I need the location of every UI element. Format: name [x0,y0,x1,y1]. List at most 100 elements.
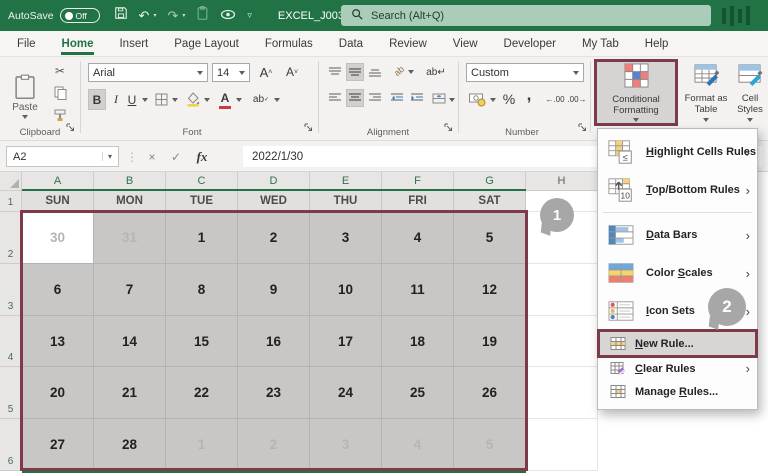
grid-cell-F4[interactable]: 18 [382,316,454,367]
grid-cell-C3[interactable]: 8 [166,264,238,316]
empty-cell-h4[interactable] [526,316,598,367]
undo-icon[interactable]: ↶ [139,9,150,22]
enter-button[interactable]: ✓ [166,146,186,167]
empty-cell-h6[interactable] [526,419,598,471]
grid-cell-C2[interactable]: 1 [166,212,238,264]
tab-page-layout[interactable]: Page Layout [161,31,252,56]
undo-caret-icon[interactable]: ▾ [153,12,156,19]
grid-cell-B2[interactable]: 31 [94,212,166,264]
grid-cell-C4[interactable]: 15 [166,316,238,367]
accounting-format-button[interactable] [466,89,488,109]
grid-cell-G3[interactable]: 12 [454,264,526,316]
alignment-dialog-launcher-icon[interactable] [444,119,453,137]
grid-cell-D2[interactable]: 2 [238,212,310,264]
font-name-combo[interactable]: Arial [88,63,208,82]
tab-help[interactable]: Help [632,31,682,56]
redo-caret-icon[interactable]: ▾ [182,12,185,19]
grid-cell-D4[interactable]: 16 [238,316,310,367]
empty-cell-h5[interactable] [526,367,598,419]
cut-icon[interactable]: ✂ [50,63,70,79]
grid-cell-G2[interactable]: 5 [454,212,526,264]
increase-decimal-button[interactable]: ←.00 [544,91,566,107]
clipboard-icon[interactable] [196,6,209,25]
tab-view[interactable]: View [440,31,491,56]
copy-icon[interactable] [50,85,70,101]
grid-cell-A5[interactable]: 20 [22,367,94,419]
cancel-button[interactable]: × [142,146,162,167]
day-header-cell-wed[interactable]: WED [238,191,310,212]
grid-cell-D6[interactable]: 2 [238,419,310,471]
name-box[interactable]: A2 ▾ [6,146,119,167]
percent-style-button[interactable]: % [500,89,518,109]
phonetic-caret-icon[interactable] [274,98,280,102]
grid-cell-F3[interactable]: 11 [382,264,454,316]
grid-cell-A6[interactable]: 27 [22,419,94,471]
select-all-corner[interactable] [0,172,22,191]
grid-cell-A3[interactable]: 6 [22,264,94,316]
row-header-6[interactable]: 6 [0,419,22,471]
day-header-cell-tue[interactable]: TUE [166,191,238,212]
underline-button[interactable]: U [124,89,140,110]
grid-cell-B6[interactable]: 28 [94,419,166,471]
grid-cell-F5[interactable]: 25 [382,367,454,419]
day-header-cell-mon[interactable]: MON [94,191,166,212]
column-header-h[interactable]: H [526,172,598,191]
grid-cell-G6[interactable]: 5 [454,419,526,471]
tab-developer[interactable]: Developer [491,31,569,56]
tab-home[interactable]: Home [49,31,107,56]
day-header-cell-thu[interactable]: THU [310,191,382,212]
insert-function-button[interactable]: fx [192,146,212,167]
row-header-3[interactable]: 3 [0,264,22,316]
align-center-button[interactable] [346,89,364,107]
align-top-button[interactable] [326,63,344,81]
menu-item-highlight-cells-rules[interactable]: ≤Highlight Cells Rules› [598,133,757,171]
grid-cell-G5[interactable]: 26 [454,367,526,419]
font-size-combo[interactable]: 14 [212,63,250,82]
menu-item-clear-rules[interactable]: Clear Rules› [598,357,757,380]
menu-item-data-bars[interactable]: Data Bars› [598,216,757,254]
align-left-button[interactable] [326,89,344,107]
menu-item-color-scales[interactable]: Color Scales› [598,254,757,292]
merge-caret-icon[interactable] [449,98,455,102]
decrease-decimal-button[interactable]: .00→ [566,91,588,107]
ribbon-display-options-icon[interactable]: ▿ [247,10,252,21]
align-middle-button[interactable] [346,63,364,81]
bold-button[interactable]: B [88,89,106,110]
row-header-1[interactable]: 1 [0,191,22,212]
increase-indent-button[interactable] [408,89,426,107]
grid-cell-E2[interactable]: 3 [310,212,382,264]
grid-cell-D5[interactable]: 23 [238,367,310,419]
grid-cell-F2[interactable]: 4 [382,212,454,264]
merge-center-button[interactable] [430,89,448,107]
fill-color-caret-icon[interactable] [204,98,210,102]
borders-caret-icon[interactable] [172,98,178,102]
grid-cell-C6[interactable]: 1 [166,419,238,471]
number-dialog-launcher-icon[interactable] [578,119,587,137]
grid-cell-E3[interactable]: 10 [310,264,382,316]
decrease-font-size-button[interactable]: A˅ [282,63,302,81]
grid-cell-E5[interactable]: 24 [310,367,382,419]
search-box[interactable]: Search (Alt+Q) [341,5,711,26]
borders-button[interactable] [152,89,170,110]
grid-cell-E6[interactable]: 3 [310,419,382,471]
empty-cell-h3[interactable] [526,264,598,316]
decrease-indent-button[interactable] [388,89,406,107]
grid-cell-E4[interactable]: 17 [310,316,382,367]
row-header-5[interactable]: 5 [0,367,22,419]
font-dialog-launcher-icon[interactable] [304,119,313,137]
tab-formulas[interactable]: Formulas [252,31,326,56]
accounting-caret-icon[interactable] [490,98,496,102]
grid-cell-B5[interactable]: 21 [94,367,166,419]
font-color-button[interactable]: A [216,89,234,110]
increase-font-size-button[interactable]: A˄ [256,63,276,81]
eye-icon[interactable] [220,7,236,25]
day-header-cell-sun[interactable]: SUN [22,191,94,212]
phonetic-guide-button[interactable]: ab✓ [250,89,272,110]
tab-review[interactable]: Review [376,31,440,56]
grid-cell-G4[interactable]: 19 [454,316,526,367]
italic-button[interactable]: I [108,89,124,110]
grid-cell-A4[interactable]: 13 [22,316,94,367]
number-format-combo[interactable]: Custom [466,63,584,82]
grid-cell-F6[interactable]: 4 [382,419,454,471]
menu-item-new-rule[interactable]: New Rule... [598,330,757,357]
